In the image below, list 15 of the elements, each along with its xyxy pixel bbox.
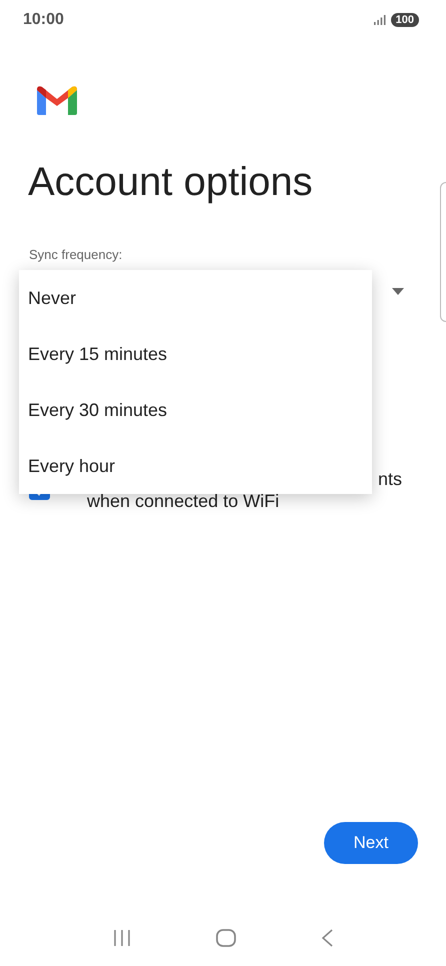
dropdown-option[interactable]: Every 15 minutes [19,326,372,382]
signal-icon [374,15,386,25]
sync-frequency-label: Sync frequency: [29,247,124,262]
battery-badge: 100 [390,13,419,27]
home-icon[interactable] [216,929,236,947]
dropdown-option[interactable]: Every 30 minutes [19,382,372,438]
status-time: 10:00 [23,11,64,29]
mail-logo-icon [37,86,77,116]
dropdown-option[interactable]: Never [19,270,372,326]
dropdown-caret-icon [392,288,404,294]
checkbox-label: nts [378,468,402,490]
back-icon[interactable] [321,929,334,947]
recents-icon[interactable] [112,930,131,946]
page-title: Account options [28,160,314,205]
next-button[interactable]: Next [324,822,418,864]
